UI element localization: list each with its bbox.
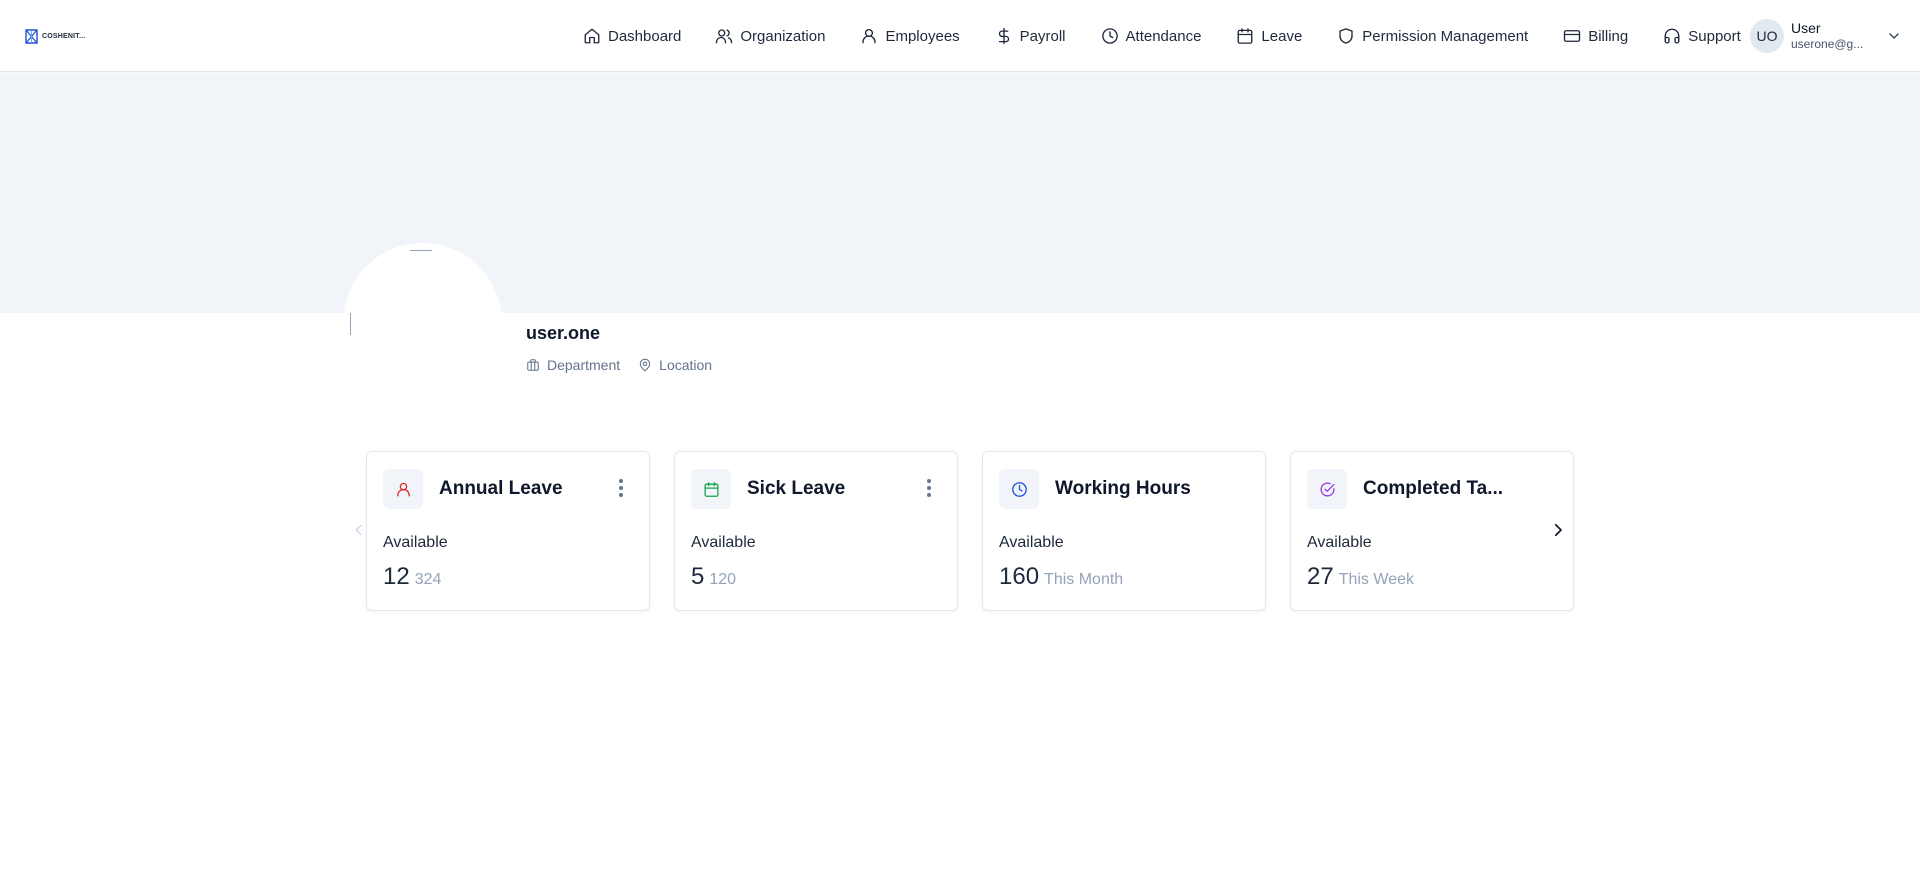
profile-avatar[interactable]	[343, 243, 502, 402]
nav-label: Dashboard	[608, 27, 682, 45]
card-value: 27 This Week	[1307, 563, 1414, 591]
card-value-main: 27	[1307, 563, 1334, 590]
calendar-icon	[1237, 28, 1253, 44]
card-icon-box	[1307, 469, 1347, 509]
credit-card-icon	[1564, 30, 1581, 42]
card-value: 5 120	[691, 563, 736, 591]
dollar-icon	[998, 27, 1009, 45]
card-value-sub: 324	[414, 571, 442, 588]
calendar-icon	[703, 481, 719, 497]
card-title: Working Hours	[1055, 478, 1191, 499]
card-label: Available	[691, 534, 756, 551]
nav-leave[interactable]: Leave	[1236, 27, 1302, 45]
carousel-next-icon[interactable]	[1549, 521, 1567, 539]
user-email: userone@g...	[1791, 37, 1864, 52]
nav-label: Organization	[740, 27, 826, 45]
more-vertical-icon[interactable]	[609, 476, 633, 500]
card-value-sub: 120	[709, 571, 737, 588]
department-label: Department	[547, 357, 621, 373]
card-title: Sick Leave	[747, 478, 846, 499]
stat-card-working-hours[interactable]: Working Hours Available 160 This Month	[982, 451, 1266, 611]
nav-permission-management[interactable]: Permission Management	[1337, 27, 1528, 45]
nav-label: Attendance	[1125, 27, 1202, 45]
nav-label: Permission Management	[1362, 27, 1529, 45]
nav-label: Support	[1688, 27, 1741, 45]
avatar: UO	[1750, 19, 1784, 53]
cube-logo-icon	[25, 28, 38, 44]
headphones-icon	[1664, 28, 1680, 44]
stat-card-sick-leave[interactable]: Sick Leave Available 5 120	[674, 451, 958, 611]
check-circle-icon	[1320, 482, 1335, 497]
card-value: 12 324	[383, 563, 441, 591]
card-value-main: 160	[999, 563, 1040, 590]
card-value-sub: This Week	[1338, 571, 1414, 588]
carousel-prev-icon[interactable]	[351, 521, 367, 539]
nav-organization[interactable]: Organization	[715, 27, 825, 45]
brand-name: COSHENIT...	[42, 32, 86, 40]
card-icon-box	[999, 469, 1039, 509]
nav-support[interactable]: Support	[1663, 27, 1741, 45]
card-label: Available	[1307, 534, 1372, 551]
top-navigation-bar: COSHENIT... Dashboard Organization Emplo…	[0, 0, 1920, 72]
clock-icon	[1011, 481, 1027, 497]
nav-payroll[interactable]: Payroll	[995, 27, 1066, 45]
card-icon-box	[691, 469, 731, 509]
profile-location: Location	[638, 357, 712, 373]
briefcase-icon	[527, 359, 539, 371]
avatar-image-edge	[410, 250, 432, 251]
user-icon	[396, 482, 410, 497]
users-icon	[716, 29, 733, 44]
nav-attendance[interactable]: Attendance	[1101, 27, 1202, 45]
profile-cover-banner	[0, 73, 1920, 313]
profile-username: user.one	[526, 323, 601, 343]
user-icon	[862, 28, 877, 44]
user-menu[interactable]: UO User userone@g...	[1750, 19, 1899, 53]
location-label: Location	[659, 357, 713, 373]
nav-dashboard[interactable]: Dashboard	[583, 27, 681, 45]
nav-employees[interactable]: Employees	[860, 27, 960, 45]
map-pin-icon	[639, 358, 651, 372]
user-info: User userone@g...	[1791, 19, 1864, 52]
stats-carousel: Annual Leave Available 12 324 Sick Leave…	[366, 451, 1574, 611]
nav-label: Billing	[1588, 27, 1629, 45]
stat-card-annual-leave[interactable]: Annual Leave Available 12 324	[366, 451, 650, 611]
avatar-image-edge	[350, 313, 351, 335]
card-icon-box	[383, 469, 423, 509]
card-value-sub: This Month	[1044, 571, 1124, 588]
card-value-main: 12	[383, 563, 410, 590]
card-label: Available	[383, 534, 448, 551]
profile-department: Department	[526, 357, 620, 373]
stat-card-completed-tasks[interactable]: Completed Ta... Available 27 This Week	[1290, 451, 1574, 611]
nav-billing[interactable]: Billing	[1563, 27, 1628, 45]
brand-logo[interactable]: COSHENIT...	[24, 26, 85, 46]
nav-label: Payroll	[1019, 27, 1066, 45]
card-title: Completed Ta...	[1363, 478, 1504, 499]
profile-meta: Department Location	[526, 357, 712, 373]
more-vertical-icon[interactable]	[917, 476, 941, 500]
nav-label: Leave	[1261, 27, 1303, 45]
main-nav: Dashboard Organization Employees Payroll…	[583, 22, 1741, 50]
shield-icon	[1339, 28, 1353, 44]
clock-icon	[1101, 28, 1118, 44]
home-icon	[584, 28, 600, 44]
card-value: 160 This Month	[999, 563, 1123, 591]
chevron-down-icon[interactable]	[1886, 28, 1902, 44]
nav-label: Employees	[885, 27, 960, 45]
card-label: Available	[999, 534, 1064, 551]
user-name: User	[1791, 19, 1821, 36]
card-title: Annual Leave	[439, 478, 563, 499]
card-value-main: 5	[691, 563, 705, 590]
